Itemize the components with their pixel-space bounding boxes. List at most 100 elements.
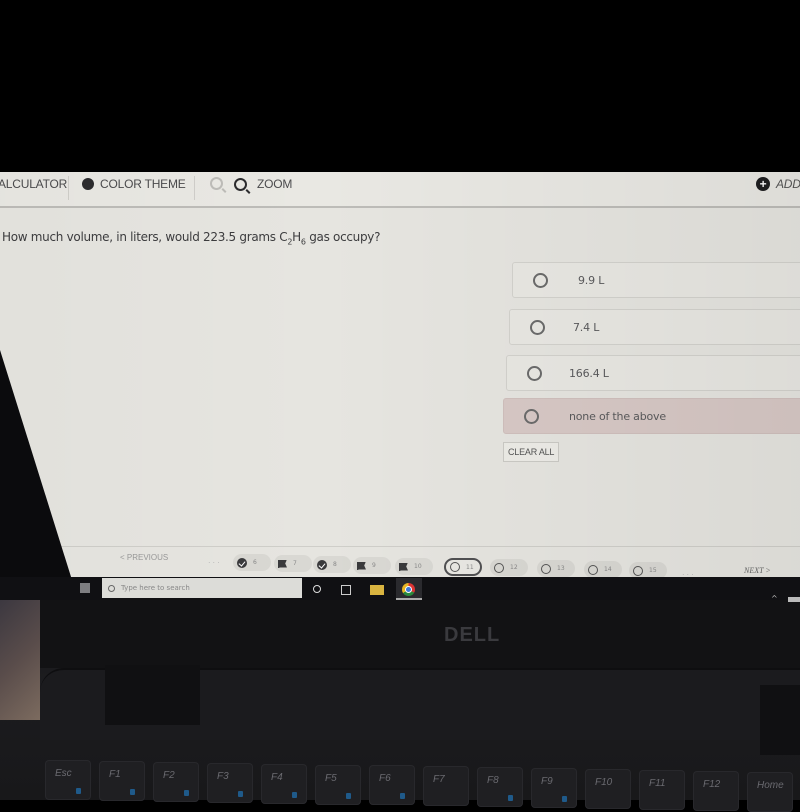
key-label: F4 — [271, 771, 283, 783]
zoom-in-icon — [234, 177, 247, 191]
keyboard-key: F3 — [207, 762, 253, 803]
zoom-out-button[interactable] — [210, 177, 223, 190]
flag-icon — [399, 562, 408, 571]
key-label: F7 — [433, 774, 445, 786]
background-fabric — [0, 600, 40, 720]
color-theme-button[interactable]: COLOR THEME — [82, 177, 186, 191]
keyboard-key: F12 — [693, 770, 739, 811]
key-label: Esc — [55, 768, 72, 779]
question-nav-item[interactable]: 8 — [313, 556, 351, 573]
function-key-row: Esc F1 F2 F3 F4 F5 F6 F7 F8 F9 F10 F11 F12 Home — [45, 760, 800, 812]
calculator-label: ALCULATOR — [0, 177, 68, 191]
flag-icon — [357, 561, 366, 570]
search-placeholder: Type here to search — [121, 584, 190, 592]
fn-media-icon — [562, 796, 567, 803]
browser-screen: ALCULATOR COLOR THEME ZOOM + ADD How muc… — [0, 172, 800, 600]
question-nav-item[interactable]: 9 — [353, 557, 391, 574]
zoom-out-icon — [210, 177, 223, 190]
fn-media-icon — [292, 791, 297, 798]
question-mid: H — [292, 230, 301, 244]
ellipsis: ... — [208, 556, 222, 565]
question-nav-item[interactable]: 12 — [490, 559, 528, 576]
keyboard-key: F9 — [531, 768, 577, 809]
plus-circle-icon: + — [756, 177, 770, 191]
fn-media-icon — [184, 789, 189, 796]
question-nav-item[interactable]: 10 — [395, 558, 433, 575]
file-explorer-icon[interactable] — [370, 585, 384, 595]
key-label: F11 — [649, 777, 666, 789]
question-number: 9 — [372, 562, 376, 569]
hinge-right — [760, 685, 800, 755]
toolbar-divider — [194, 176, 195, 200]
question-number: 14 — [604, 566, 612, 573]
keyboard-key: Home — [747, 771, 793, 812]
toolbar-divider — [68, 176, 69, 200]
clear-all-button[interactable]: CLEAR ALL — [503, 442, 560, 462]
fn-media-icon — [508, 795, 513, 802]
key-label: F8 — [487, 775, 499, 787]
keyboard-key: F2 — [153, 761, 199, 802]
previous-button[interactable]: < PREVIOUS — [120, 553, 168, 562]
option-label: 166.4 L — [569, 366, 609, 380]
keyboard-key: F5 — [315, 764, 361, 805]
question-number: 10 — [414, 563, 422, 570]
keyboard-key: F4 — [261, 763, 307, 804]
key-label: F9 — [541, 776, 553, 788]
question-nav-item[interactable]: 6 — [233, 554, 271, 571]
radio-button[interactable] — [527, 365, 542, 381]
question-number: 11 — [466, 563, 474, 571]
keyboard-key: F8 — [477, 767, 523, 808]
windows-start-icon[interactable] — [80, 583, 90, 593]
zoom-in-button[interactable]: ZOOM — [234, 177, 292, 191]
question-number: 7 — [293, 560, 297, 567]
keyboard-key: F7 — [423, 766, 469, 807]
key-label: F2 — [163, 769, 175, 781]
fn-media-icon — [130, 788, 135, 795]
radio-button[interactable] — [530, 319, 545, 335]
battery-icon[interactable] — [788, 597, 800, 602]
chrome-icon[interactable] — [402, 583, 415, 596]
color-theme-label: COLOR THEME — [100, 177, 186, 191]
empty-circle-icon — [633, 565, 643, 576]
question-nav-item[interactable]: 14 — [584, 561, 622, 578]
palette-icon — [82, 178, 94, 190]
test-toolbar: ALCULATOR COLOR THEME ZOOM + ADD — [0, 172, 800, 208]
answer-option[interactable]: 7.4 L — [509, 309, 800, 345]
tray-chevron-up-icon[interactable]: ^ — [771, 594, 778, 603]
task-view-icon[interactable] — [341, 585, 351, 595]
key-label: F3 — [217, 770, 229, 782]
cortana-icon[interactable] — [313, 585, 321, 593]
hinge-left — [105, 665, 200, 725]
fn-media-icon — [76, 788, 81, 794]
taskbar-search-input[interactable]: Type here to search — [102, 578, 302, 598]
radio-button[interactable] — [524, 408, 539, 424]
add-button[interactable]: + ADD — [756, 177, 800, 191]
ellipsis: ... — [682, 568, 696, 577]
option-label: 9.9 L — [578, 273, 605, 287]
key-label: F10 — [595, 777, 613, 788]
empty-circle-icon — [450, 562, 460, 572]
question-nav-item[interactable]: 13 — [537, 560, 575, 577]
question-suffix: gas occupy? — [305, 230, 381, 244]
next-button[interactable]: NEXT > — [744, 566, 771, 575]
brand-logo: DELL — [444, 624, 501, 646]
radio-button[interactable] — [533, 272, 548, 288]
question-number: 6 — [253, 559, 257, 566]
nav-divider — [0, 546, 800, 547]
key-label: F1 — [109, 768, 121, 780]
calculator-button[interactable]: ALCULATOR — [0, 177, 67, 191]
answer-option[interactable]: 9.9 L — [512, 262, 800, 298]
keyboard-key: F11 — [639, 769, 685, 810]
screen-bezel — [0, 598, 800, 668]
zoom-label: ZOOM — [257, 177, 293, 191]
key-label: F12 — [703, 778, 721, 790]
check-circle-icon — [317, 559, 327, 570]
answer-option[interactable]: 166.4 L — [506, 355, 800, 391]
question-nav-item[interactable]: 7 — [274, 555, 312, 572]
key-label: F5 — [325, 772, 337, 784]
answer-option-selected[interactable]: none of the above — [503, 398, 800, 434]
keyboard-key: F10 — [585, 769, 631, 809]
question-nav-item[interactable]: 11 — [444, 558, 482, 576]
key-label: F6 — [379, 773, 391, 785]
empty-circle-icon — [494, 562, 504, 573]
